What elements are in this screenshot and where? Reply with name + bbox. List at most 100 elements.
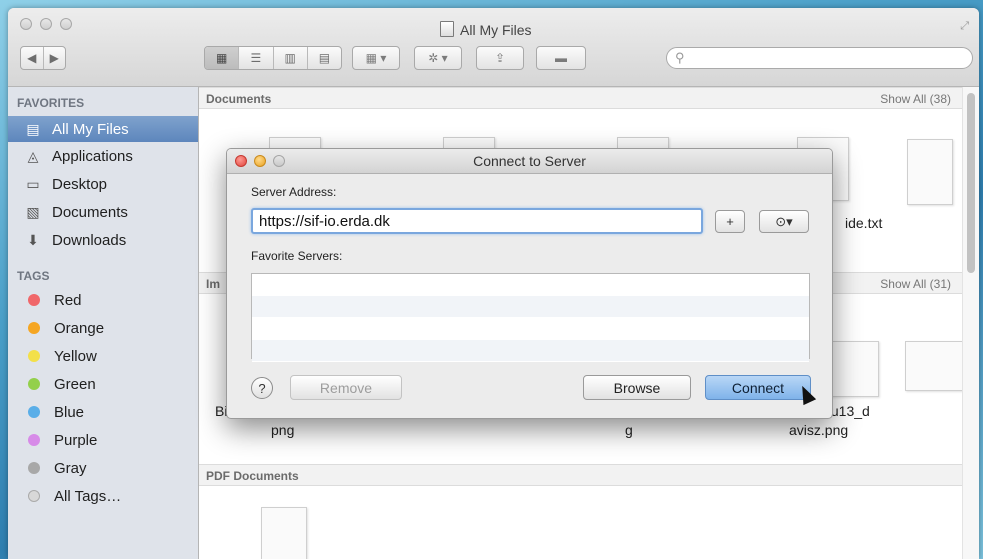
remove-button[interactable]: Remove bbox=[290, 375, 402, 400]
forward-icon[interactable]: ▶ bbox=[44, 47, 66, 69]
browse-button[interactable]: Browse bbox=[583, 375, 691, 400]
section-header-documents: Documents Show All (38) bbox=[199, 87, 963, 109]
file-label: png bbox=[271, 422, 295, 438]
image-thumbnail[interactable] bbox=[905, 341, 965, 391]
file-label: ide.txt bbox=[845, 215, 883, 231]
tag-label: Orange bbox=[54, 319, 105, 337]
tag-dot-icon bbox=[28, 350, 40, 362]
tag-label: Yellow bbox=[54, 347, 97, 365]
sidebar-tag-yellow[interactable]: Yellow bbox=[8, 343, 198, 369]
gear-icon: ✲ ▾ bbox=[428, 51, 448, 65]
image-thumbnail[interactable] bbox=[829, 341, 879, 397]
sidebar-item-all-my-files[interactable]: ▤ All My Files bbox=[8, 116, 198, 142]
list-view-icon[interactable]: ☰ bbox=[239, 47, 274, 69]
arrange-button[interactable]: ▦ ▾ bbox=[352, 46, 400, 70]
plus-icon: + bbox=[726, 214, 734, 229]
column-view-icon[interactable]: ▥ bbox=[274, 47, 308, 69]
dialog-title-bar: Connect to Server bbox=[227, 149, 832, 174]
clock-icon: ⊙▾ bbox=[775, 213, 793, 229]
dialog-title: Connect to Server bbox=[473, 153, 586, 169]
sidebar-item-applications[interactable]: ◬ Applications bbox=[8, 143, 198, 169]
list-item[interactable] bbox=[252, 274, 809, 296]
scrollbar-thumb[interactable] bbox=[967, 93, 975, 273]
tag-dot-icon bbox=[28, 490, 40, 502]
tag-dot-icon bbox=[28, 294, 40, 306]
downloads-icon: ⬇ bbox=[27, 231, 39, 248]
coverflow-view-icon[interactable]: ▤ bbox=[308, 47, 341, 69]
arrange-icon: ▦ ▾ bbox=[365, 51, 387, 65]
sidebar-tag-blue[interactable]: Blue bbox=[8, 399, 198, 425]
search-field[interactable]: ⚲ bbox=[666, 47, 973, 69]
sidebar-item-label: Documents bbox=[52, 203, 128, 221]
recent-servers-button[interactable]: ⊙▾ bbox=[759, 210, 809, 233]
file-thumbnail[interactable] bbox=[907, 139, 953, 205]
sidebar-tag-gray[interactable]: Gray bbox=[8, 455, 198, 481]
sidebar-item-desktop[interactable]: ▭ Desktop bbox=[8, 171, 198, 197]
back-icon[interactable]: ◀ bbox=[21, 47, 44, 69]
sidebar-item-downloads[interactable]: ⬇ Downloads bbox=[8, 227, 198, 253]
all-files-icon: ▤ bbox=[26, 120, 40, 137]
share-button[interactable]: ⇪ bbox=[476, 46, 524, 70]
tag-label: Red bbox=[54, 291, 82, 309]
tag-button[interactable]: ▬ bbox=[536, 46, 586, 70]
sidebar-tag-red[interactable]: Red bbox=[8, 287, 198, 313]
share-icon: ⇪ bbox=[494, 51, 506, 65]
tag-label: Gray bbox=[54, 459, 87, 477]
favorite-servers-label: Favorite Servers: bbox=[251, 249, 343, 263]
file-label: tu13_d bbox=[827, 403, 870, 419]
mouse-cursor-icon bbox=[795, 382, 817, 406]
action-button[interactable]: ✲ ▾ bbox=[414, 46, 462, 70]
section-title: Documents bbox=[206, 92, 272, 106]
sidebar-item-label: Downloads bbox=[52, 231, 127, 249]
tag-dot-icon bbox=[28, 378, 40, 390]
sidebar: FAVORITES ▤ All My Files ◬ Applications … bbox=[8, 87, 199, 559]
show-all-link[interactable]: Show All (31) bbox=[880, 277, 951, 291]
server-address-label: Server Address: bbox=[251, 185, 337, 199]
search-icon: ⚲ bbox=[675, 50, 685, 65]
sidebar-item-label: All My Files bbox=[52, 120, 129, 138]
section-header-pdf: PDF Documents bbox=[199, 464, 963, 486]
help-icon: ? bbox=[258, 380, 266, 396]
add-favorite-button[interactable]: + bbox=[715, 210, 745, 233]
tags-header: TAGS bbox=[17, 269, 50, 283]
favorite-servers-list[interactable] bbox=[251, 273, 810, 362]
sidebar-tag-purple[interactable]: Purple bbox=[8, 427, 198, 453]
server-address-input[interactable] bbox=[251, 208, 703, 234]
sidebar-tag-orange[interactable]: Orange bbox=[8, 315, 198, 341]
view-mode-control[interactable]: ▦ ☰ ▥ ▤ bbox=[204, 46, 342, 70]
sidebar-tag-all-tags[interactable]: All Tags… bbox=[8, 483, 198, 509]
help-button[interactable]: ? bbox=[251, 377, 273, 399]
list-item[interactable] bbox=[252, 340, 809, 362]
minimize-button[interactable] bbox=[40, 18, 52, 30]
applications-icon: ◬ bbox=[27, 147, 39, 164]
sidebar-item-documents[interactable]: ▧ Documents bbox=[8, 199, 198, 225]
connect-button[interactable]: Connect bbox=[705, 375, 811, 400]
connect-label: Connect bbox=[731, 379, 785, 396]
list-item[interactable] bbox=[252, 296, 809, 318]
sidebar-item-label: Applications bbox=[52, 147, 133, 165]
tag-icon: ▬ bbox=[555, 51, 567, 65]
tag-dot-icon bbox=[28, 322, 40, 334]
pdf-thumbnail[interactable] bbox=[261, 507, 307, 559]
close-button[interactable] bbox=[20, 18, 32, 30]
browse-label: Browse bbox=[613, 379, 661, 396]
tag-label: All Tags… bbox=[54, 487, 122, 505]
scrollbar[interactable] bbox=[962, 87, 979, 559]
show-all-link[interactable]: Show All (38) bbox=[880, 92, 951, 106]
section-title: Im bbox=[206, 277, 221, 291]
window-title: All My Files bbox=[440, 21, 532, 38]
icon-view-icon[interactable]: ▦ bbox=[205, 47, 240, 69]
fullscreen-icon[interactable]: ⤢ bbox=[960, 20, 969, 33]
list-item[interactable] bbox=[252, 318, 809, 340]
sidebar-tag-green[interactable]: Green bbox=[8, 371, 198, 397]
file-label: g bbox=[625, 422, 633, 438]
tag-dot-icon bbox=[28, 406, 40, 418]
tag-dot-icon bbox=[28, 434, 40, 446]
back-forward-control[interactable]: ◀ ▶ bbox=[20, 46, 66, 70]
zoom-button[interactable] bbox=[60, 18, 72, 30]
sidebar-item-label: Desktop bbox=[52, 175, 108, 193]
tag-label: Blue bbox=[54, 403, 85, 421]
desktop-icon: ▭ bbox=[26, 175, 40, 192]
window-title-text: All My Files bbox=[460, 22, 532, 38]
remove-label: Remove bbox=[319, 379, 373, 396]
